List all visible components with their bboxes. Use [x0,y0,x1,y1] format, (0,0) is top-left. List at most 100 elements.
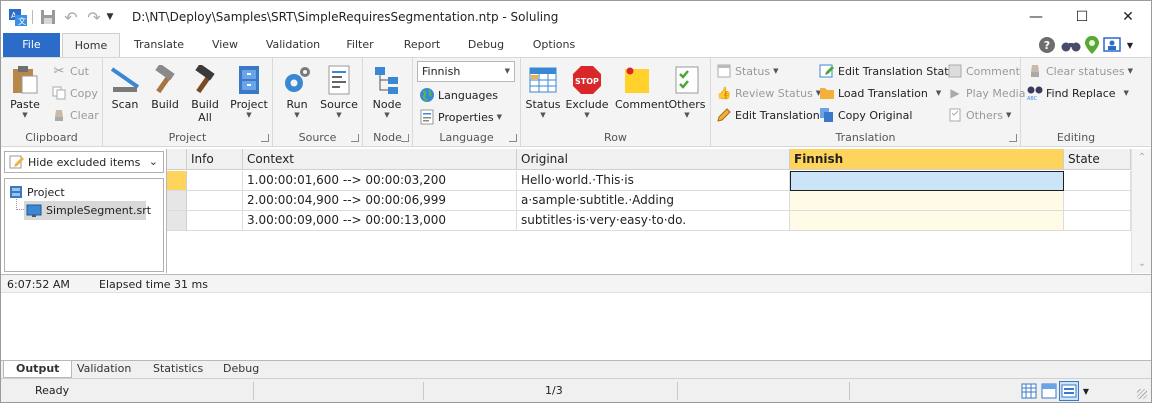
tab-output[interactable]: Output [3,361,73,378]
location-pin-icon[interactable] [1085,36,1099,54]
translation-group-launcher-icon[interactable] [1009,134,1017,142]
scan-label: Scan [111,98,139,111]
tab-view[interactable]: View [201,33,249,57]
original-cell[interactable]: a·sample·subtitle.·Adding [517,191,790,211]
row-indicator[interactable] [167,191,187,211]
context-cell[interactable]: 3.00:00:09,000 --> 00:00:13,000 [243,211,517,231]
binoculars-icon[interactable] [1061,37,1081,53]
row-comment-button[interactable]: Comment [615,62,669,124]
layout-split-icon[interactable] [1041,383,1057,399]
copy-original-button[interactable]: Copy Original [819,105,912,125]
original-cell[interactable]: Hello·world.·This·is [517,171,790,191]
tab-output-statistics[interactable]: Statistics [141,361,215,378]
tab-filter[interactable]: Filter [339,33,381,57]
tree-item-file[interactable]: SimpleSegment.srt [24,201,151,220]
load-translation-button[interactable]: Load Translation ▼ [819,83,941,103]
scan-icon [109,64,141,96]
row-status-button[interactable]: Status ▼ [521,62,565,124]
scroll-up-icon[interactable]: ⌃ [1136,151,1148,163]
state-cell[interactable] [1064,211,1131,231]
clear-statuses-button[interactable]: Clear statuses ▼ [1027,61,1133,81]
play-media-button[interactable]: ▶ Play Media [947,83,1025,103]
account-icon[interactable] [1103,37,1121,53]
build-button[interactable]: Build [143,62,187,124]
filter-select[interactable]: Hide excluded items ⌄ [4,151,164,173]
tab-report[interactable]: Report [395,33,449,57]
column-header-state[interactable]: State [1064,149,1131,170]
finnish-cell[interactable] [790,171,1064,191]
edit-translation-button[interactable]: Edit Translation [716,105,820,125]
close-button[interactable]: ✕ [1105,1,1151,33]
column-header-finnish[interactable]: Finnish [790,149,1064,170]
redo-icon[interactable]: ↷ [85,8,103,27]
state-cell[interactable] [1064,191,1131,211]
layout-dropdown-icon[interactable]: ▼ [1081,385,1091,397]
languages-button[interactable]: Languages [419,85,498,105]
ribbon: Paste ▼ ✂ Cut Copy Clear Clipboard Scan … [1,57,1151,147]
row-indicator[interactable] [167,171,187,191]
finnish-cell[interactable] [790,211,1064,231]
source-group-launcher-icon[interactable] [351,134,359,142]
maximize-button[interactable]: ☐ [1059,1,1105,33]
source-button[interactable]: Source ▼ [317,62,361,124]
ribbon-options-dropdown-icon[interactable]: ▼ [1125,39,1135,51]
translation-status-button[interactable]: Status ▼ [716,61,778,81]
language-select[interactable]: Finnish ▼ [417,61,515,82]
tab-options[interactable]: Options [525,33,583,57]
context-cell[interactable]: 2.00:00:04,900 --> 00:00:06,999 [243,191,517,211]
scan-button[interactable]: Scan [103,62,147,124]
tab-home[interactable]: Home [62,33,120,58]
project-group-launcher-icon[interactable] [261,134,269,142]
hammer-icon [149,64,181,96]
language-group-launcher-icon[interactable] [509,134,517,142]
layout-form-icon[interactable] [1059,381,1079,401]
quick-access-dropdown-icon[interactable]: ▼ [105,10,115,24]
tab-translate[interactable]: Translate [125,33,193,57]
original-cell[interactable]: subtitles·is·very·easy·to·do. [517,211,790,231]
review-status-button[interactable]: 👍 Review Status ▼ [716,83,822,103]
paste-button[interactable]: Paste ▼ [3,62,47,124]
build-all-button[interactable]: Build All [183,62,227,124]
translation-comment-button[interactable]: Comment [947,61,1020,81]
help-icon[interactable]: ? [1039,37,1055,53]
tree-item-project[interactable]: Project [9,184,65,200]
save-icon[interactable] [40,9,56,25]
grid-vertical-scrollbar[interactable]: ⌃ ⌄ [1131,149,1151,273]
find-replace-button[interactable]: ABC Find Replace ▼ [1027,83,1129,103]
node-button[interactable]: Node ▼ [365,62,409,124]
node-dropdown-icon: ▼ [384,111,390,119]
info-cell[interactable] [187,191,243,211]
scroll-down-icon[interactable]: ⌄ [1136,257,1148,269]
clear-button[interactable]: Clear [51,105,99,125]
column-header-context[interactable]: Context [243,149,517,170]
copy-button[interactable]: Copy [51,83,98,103]
tab-validation[interactable]: Validation [259,33,327,57]
column-header-info[interactable]: Info [187,149,243,170]
info-cell[interactable] [187,211,243,231]
translation-others-button[interactable]: Others ▼ [947,105,1011,125]
size-grip-icon[interactable] [1137,389,1147,399]
run-button[interactable]: Run ▼ [275,62,319,124]
project-button[interactable]: Project ▼ [227,62,271,124]
state-cell[interactable] [1064,171,1131,191]
finnish-cell[interactable] [790,191,1064,211]
column-header-original[interactable]: Original [517,149,790,170]
properties-button[interactable]: Properties ▼ [419,107,502,127]
cut-button[interactable]: ✂ Cut [51,61,89,81]
minimize-button[interactable]: — [1013,1,1059,33]
tab-file[interactable]: File [3,33,60,57]
status-divider [253,382,254,400]
translation-grid: Info Context Original Finnish State 1.00… [167,149,1151,273]
exclude-button[interactable]: STOP Exclude ▼ [565,62,609,124]
edit-translation-state-button[interactable]: Edit Translation State [819,61,955,81]
node-group-launcher-icon[interactable] [401,134,409,142]
context-cell[interactable]: 1.00:00:01,600 --> 00:00:03,200 [243,171,517,191]
tab-debug[interactable]: Debug [461,33,511,57]
undo-icon[interactable]: ↶ [62,8,80,27]
row-others-button[interactable]: Others ▼ [665,62,709,124]
tab-output-debug[interactable]: Debug [211,361,271,378]
info-cell[interactable] [187,171,243,191]
row-indicator[interactable] [167,211,187,231]
tab-output-validation[interactable]: Validation [65,361,143,378]
layout-grid-icon[interactable] [1021,383,1037,399]
